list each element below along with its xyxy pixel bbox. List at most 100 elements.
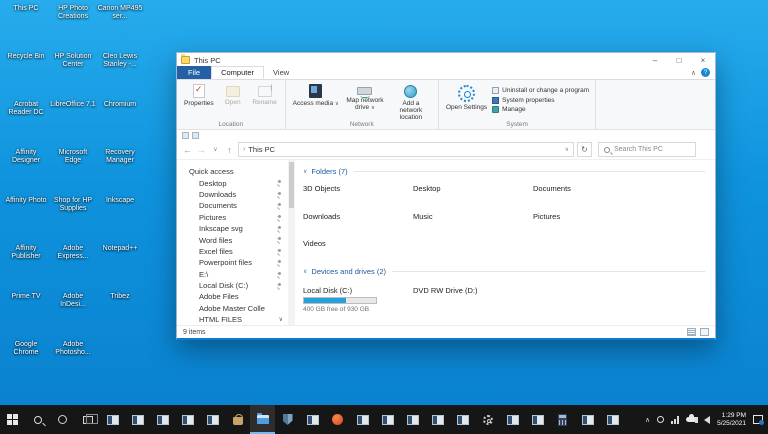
nav-item-adobe-files[interactable]: Adobe Files: [177, 291, 295, 302]
drive-tile-local-disk-c[interactable]: Local Disk (C:) 400 GB free of 930 GB: [303, 284, 413, 318]
taskbar-app-1[interactable]: [100, 405, 125, 434]
back-icon[interactable]: ←: [182, 145, 193, 155]
desktop-icon-chromium[interactable]: Chromium: [97, 101, 143, 149]
folder-tile-music[interactable]: Music: [413, 210, 533, 238]
refresh-icon[interactable]: ↻: [577, 142, 592, 157]
desktop-icon-recovery-manager[interactable]: Recovery Manager: [97, 149, 143, 197]
collapse-ribbon-icon[interactable]: ∧: [691, 69, 696, 77]
folder-tile-desktop[interactable]: Desktop: [413, 182, 533, 210]
folder-tile-documents[interactable]: Documents: [533, 182, 705, 210]
rename-button[interactable]: Rename: [251, 83, 279, 107]
desktop-icon-affinity-publisher[interactable]: Affinity Publisher: [3, 245, 49, 293]
taskbar-app-9[interactable]: [400, 405, 425, 434]
nav-quick-access[interactable]: Quick access: [177, 166, 295, 177]
address-dropdown-icon[interactable]: ∨: [565, 146, 569, 153]
action-center-icon[interactable]: [753, 415, 763, 424]
help-icon[interactable]: ?: [701, 68, 710, 77]
start-button[interactable]: [0, 405, 25, 434]
desktop-icon-shop-hp-supplies[interactable]: Shop for HP Supplies: [50, 197, 96, 245]
nav-item-desktop[interactable]: Desktop: [177, 177, 295, 188]
access-media-button[interactable]: Access media ∨: [292, 83, 340, 109]
cortana-button[interactable]: [50, 405, 75, 434]
red-browser-button[interactable]: [325, 405, 350, 434]
open-settings-button[interactable]: Open Settings: [445, 83, 488, 112]
task-view-button[interactable]: [75, 405, 100, 434]
taskbar-app-2[interactable]: [125, 405, 150, 434]
taskbar-app-13[interactable]: [525, 405, 550, 434]
desktop-icon-prime-tv[interactable]: Prime TV: [3, 293, 49, 341]
desktop-icon-libreoffice[interactable]: LibreOffice 7.1: [50, 101, 96, 149]
search-input[interactable]: Search This PC: [598, 142, 696, 157]
nav-item-word-files[interactable]: Word files: [177, 234, 295, 245]
taskbar-app-8[interactable]: [375, 405, 400, 434]
thumbnails-view-icon[interactable]: [700, 328, 709, 336]
open-button[interactable]: Open: [219, 83, 247, 107]
nav-item-adobe-master-collection[interactable]: Adobe Master Colle: [177, 303, 295, 314]
desktop-icon-hp-photo-creations[interactable]: HP Photo Creations: [50, 5, 96, 53]
maximize-button[interactable]: □: [667, 53, 691, 67]
show-hidden-icons-chevron[interactable]: ∧: [645, 416, 650, 424]
calculator-button[interactable]: [550, 405, 575, 434]
chevron-down-icon[interactable]: ∨: [303, 268, 307, 275]
qat-icon-2[interactable]: [192, 132, 199, 139]
desktop-icon-acrobat-reader[interactable]: Acrobat Reader DC: [3, 101, 49, 149]
taskbar-app-4[interactable]: [175, 405, 200, 434]
folder-tile-downloads[interactable]: Downloads: [303, 210, 413, 238]
minimize-button[interactable]: –: [643, 53, 667, 67]
desktop-icon-tribez[interactable]: Tribez: [97, 293, 143, 341]
manage-button[interactable]: Manage: [492, 106, 589, 113]
nav-item-excel-files[interactable]: Excel files: [177, 246, 295, 257]
taskbar-app-7[interactable]: [350, 405, 375, 434]
recent-locations-icon[interactable]: ∨: [210, 146, 221, 153]
file-explorer-button[interactable]: [250, 405, 275, 434]
windows-security-button[interactable]: [275, 405, 300, 434]
desktop-icon-notepad[interactable]: Notepad++: [97, 245, 143, 293]
nav-item-downloads[interactable]: Downloads: [177, 189, 295, 200]
nav-item-html-files[interactable]: HTML FILES∨: [177, 314, 295, 325]
desktop-icon-adobe-express[interactable]: Adobe Express...: [50, 245, 96, 293]
store-button[interactable]: [225, 405, 250, 434]
taskbar-app-3[interactable]: [150, 405, 175, 434]
nav-item-pictures[interactable]: Pictures: [177, 212, 295, 223]
desktop-icon-this-pc[interactable]: This PC: [3, 5, 49, 53]
folder-tile-pictures[interactable]: Pictures: [533, 210, 705, 238]
tab-file[interactable]: File: [177, 66, 211, 79]
desktop-icon-microsoft-edge[interactable]: Microsoft Edge: [50, 149, 96, 197]
up-icon[interactable]: ↑: [224, 145, 235, 155]
people-icon[interactable]: [657, 416, 664, 423]
add-network-location-button[interactable]: Add a network location: [390, 83, 432, 122]
taskbar-app-6[interactable]: [300, 405, 325, 434]
desktop-icon-affinity-designer[interactable]: Affinity Designer: [3, 149, 49, 197]
desktop-icon-affinity-photo[interactable]: Affinity Photo: [3, 197, 49, 245]
taskbar-search-button[interactable]: [25, 405, 50, 434]
properties-button[interactable]: Properties: [183, 83, 215, 108]
desktop-icon-canon-printer[interactable]: Canon MP495 ser...: [97, 5, 143, 53]
drive-tile-dvd-rw[interactable]: DVD RW Drive (D:): [413, 284, 533, 318]
forward-icon[interactable]: →: [196, 145, 207, 155]
taskbar-app-10[interactable]: [425, 405, 450, 434]
nav-scrollbar[interactable]: [288, 160, 295, 325]
address-bar[interactable]: › This PC ∨: [238, 142, 574, 157]
folder-tile-3d-objects[interactable]: 3D Objects: [303, 182, 413, 210]
nav-item-powerpoint-files[interactable]: Powerpoint files: [177, 257, 295, 268]
uninstall-program-button[interactable]: Uninstall or change a program: [492, 87, 589, 94]
tab-computer[interactable]: Computer: [211, 66, 264, 79]
taskbar-app-14[interactable]: [575, 405, 600, 434]
desktop-icon-adobe-indesign[interactable]: Adobe InDesi...: [50, 293, 96, 341]
desktop-icon-google-chrome[interactable]: Google Chrome: [3, 341, 49, 389]
breadcrumb-chevron-icon[interactable]: ›: [243, 146, 245, 153]
map-network-drive-button[interactable]: Map network drive ∨: [344, 83, 386, 113]
nav-item-inkscape-svg[interactable]: Inkscape svg: [177, 223, 295, 234]
nav-item-documents[interactable]: Documents: [177, 200, 295, 211]
chevron-down-icon[interactable]: ∨: [279, 316, 283, 323]
taskbar-app-12[interactable]: [500, 405, 525, 434]
qat-icon-1[interactable]: [182, 132, 189, 139]
tab-view[interactable]: View: [264, 66, 298, 79]
nav-item-local-disk-c[interactable]: Local Disk (C:): [177, 280, 295, 291]
taskbar-clock[interactable]: 1:29 PM 5/25/2021: [717, 412, 746, 428]
desktop-icon-inkscape[interactable]: Inkscape: [97, 197, 143, 245]
volume-icon[interactable]: [704, 416, 710, 424]
nav-item-e-drive[interactable]: E:\: [177, 269, 295, 280]
desktop-icon-hp-solution-center[interactable]: HP Solution Center: [50, 53, 96, 101]
desktop-icon-user-file[interactable]: Cleo Lewis Stanley -...: [97, 53, 143, 101]
